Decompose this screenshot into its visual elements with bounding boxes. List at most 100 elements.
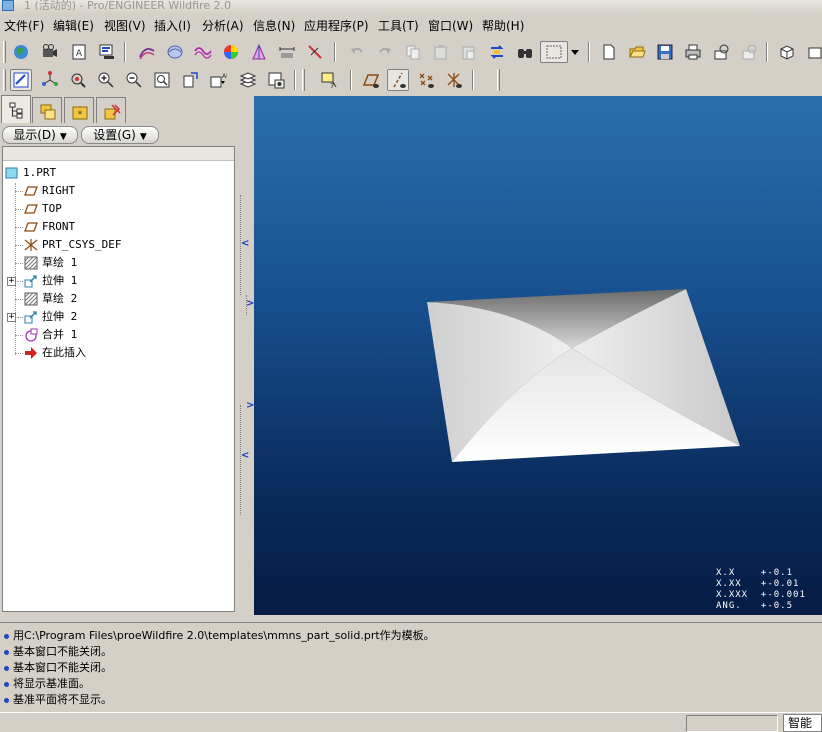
zoom-out-icon[interactable] xyxy=(123,69,145,91)
model-player-icon[interactable] xyxy=(10,41,32,63)
menu-applications[interactable]: 应用程序(P) xyxy=(304,18,369,34)
save-icon[interactable] xyxy=(654,41,676,63)
curve-analysis-icon[interactable] xyxy=(136,41,158,63)
dimension-icon[interactable] xyxy=(276,41,298,63)
tree-item[interactable]: 草绘 1 xyxy=(3,254,234,272)
print-icon[interactable] xyxy=(682,41,704,63)
layers-icon[interactable] xyxy=(237,69,259,91)
bullet-icon xyxy=(4,665,9,671)
menu-file[interactable]: 文件(F) xyxy=(4,18,44,34)
find-icon[interactable] xyxy=(514,41,536,63)
video-camera-icon[interactable] xyxy=(39,41,61,63)
expand-toggle[interactable]: + xyxy=(7,277,16,286)
tolerance-row: ANG. +-0.5 xyxy=(716,601,794,611)
paste-icon[interactable] xyxy=(430,41,452,63)
tab-model-tree[interactable] xyxy=(1,95,31,123)
selection-box-icon[interactable] xyxy=(540,41,568,63)
expand-toggle[interactable]: + xyxy=(7,313,16,322)
undo-icon[interactable] xyxy=(346,41,368,63)
title-bar: 1 (活动的) - Pro/ENGINEER Wildfire 2.0 xyxy=(0,0,822,14)
chevron-left-icon[interactable]: < xyxy=(241,450,249,461)
main-toolbar: A xyxy=(0,38,822,66)
shading-analysis-icon[interactable] xyxy=(220,41,242,63)
tree-item[interactable]: 草绘 2 xyxy=(3,290,234,308)
model-display-icon[interactable] xyxy=(96,41,118,63)
view-box-icon[interactable] xyxy=(804,41,822,63)
tree-item[interactable]: + 拉伸 2 xyxy=(3,308,234,326)
tree-item-label: 拉伸 1 xyxy=(42,274,78,287)
tolerance-row: X.XX +-0.01 xyxy=(716,579,800,589)
toolbar-grip[interactable] xyxy=(3,69,6,91)
insert-here-arrow-icon xyxy=(25,347,37,359)
tree-item[interactable]: 合并 1 xyxy=(3,326,234,344)
datum-axis-toggle-icon[interactable] xyxy=(387,69,409,91)
tree-item[interactable]: RIGHT xyxy=(3,182,234,200)
connections-icon xyxy=(104,104,121,120)
menu-info[interactable]: 信息(N) xyxy=(253,18,295,34)
menu-tools[interactable]: 工具(T) xyxy=(378,18,419,34)
surface-analysis-icon[interactable] xyxy=(164,41,186,63)
sketch-icon xyxy=(24,292,38,306)
repaint-icon[interactable] xyxy=(10,69,32,91)
menu-window[interactable]: 窗口(W) xyxy=(428,18,473,34)
panel-splitter[interactable]: < > < > xyxy=(236,95,254,615)
orient-mode-icon[interactable] xyxy=(67,69,89,91)
toolbar-grip[interactable] xyxy=(302,69,305,91)
saved-views-icon[interactable]: AB xyxy=(207,69,229,91)
reorient-icon[interactable] xyxy=(179,69,201,91)
tab-connections[interactable] xyxy=(96,97,126,123)
tree-guide-line xyxy=(15,335,23,336)
tab-favorites[interactable]: * xyxy=(64,97,94,123)
new-file-icon[interactable] xyxy=(598,41,620,63)
toolbar-grip[interactable] xyxy=(3,41,6,63)
tree-root[interactable]: 1.PRT xyxy=(3,164,234,182)
sketch-icon xyxy=(24,256,38,270)
zoom-in-icon[interactable] xyxy=(95,69,117,91)
view-cube-icon[interactable] xyxy=(776,41,798,63)
message-area[interactable]: 用C:\Program Files\proeWildfire 2.0\templ… xyxy=(0,622,822,712)
redo-icon[interactable] xyxy=(374,41,396,63)
spin-center-icon[interactable] xyxy=(39,69,61,91)
tree-item[interactable]: + 拉伸 1 xyxy=(3,272,234,290)
tab-folder-browser[interactable] xyxy=(32,97,62,123)
regenerate-icon[interactable] xyxy=(486,41,508,63)
toolbar-grip[interactable] xyxy=(497,69,500,91)
menu-insert[interactable]: 插入(I) xyxy=(154,18,191,34)
part-model[interactable] xyxy=(254,96,822,615)
show-dropdown[interactable]: 显示(D) ▼ xyxy=(2,126,78,144)
tree-item[interactable]: TOP xyxy=(3,200,234,218)
menu-edit[interactable]: 编辑(E) xyxy=(53,18,94,34)
datum-plane-toggle-icon[interactable] xyxy=(360,69,382,91)
paste-special-icon[interactable] xyxy=(458,41,480,63)
send-mail-icon[interactable] xyxy=(710,41,732,63)
chevron-left-icon[interactable]: < xyxy=(241,238,249,249)
measure-icon[interactable] xyxy=(304,41,326,63)
curvature-icon[interactable] xyxy=(192,41,214,63)
menu-view[interactable]: 视图(V) xyxy=(104,18,146,34)
extrude-icon xyxy=(24,311,37,324)
selection-filter-select[interactable]: 智能 xyxy=(783,714,822,732)
tree-item[interactable]: FRONT xyxy=(3,218,234,236)
tree-item-label: PRT_CSYS_DEF xyxy=(42,238,122,251)
menu-help[interactable]: 帮助(H) xyxy=(482,18,524,34)
settings-dropdown[interactable]: 设置(G) ▼ xyxy=(81,126,159,144)
show-dropdown-label: 显示(D) xyxy=(13,128,56,142)
draft-analysis-icon[interactable] xyxy=(248,41,270,63)
datum-point-toggle-icon[interactable] xyxy=(415,69,437,91)
send-link-icon[interactable] xyxy=(738,41,760,63)
model-display-mode-icon[interactable]: 7 xyxy=(318,69,340,91)
coordinate-system-toggle-icon[interactable] xyxy=(443,69,465,91)
chevron-down-icon[interactable] xyxy=(568,41,580,63)
tree-item[interactable]: PRT_CSYS_DEF xyxy=(3,236,234,254)
information-icon[interactable]: A xyxy=(68,41,90,63)
graphics-window[interactable]: X.X +-0.1 X.XX +-0.01 X.XXX +-0.001 ANG.… xyxy=(254,96,822,615)
menu-analysis[interactable]: 分析(A) xyxy=(202,18,244,34)
refit-icon[interactable] xyxy=(151,69,173,91)
tree-item[interactable]: 在此插入 xyxy=(3,344,234,362)
tree-item-label: 合并 1 xyxy=(42,328,78,341)
message-line: 将显示基准面。 xyxy=(4,676,90,692)
copy-icon[interactable] xyxy=(402,41,424,63)
menu-bar: 文件(F) 编辑(E) 视图(V) 插入(I) 分析(A) 信息(N) 应用程序… xyxy=(0,16,822,36)
view-manager-icon[interactable] xyxy=(265,69,287,91)
open-file-icon[interactable] xyxy=(626,41,648,63)
